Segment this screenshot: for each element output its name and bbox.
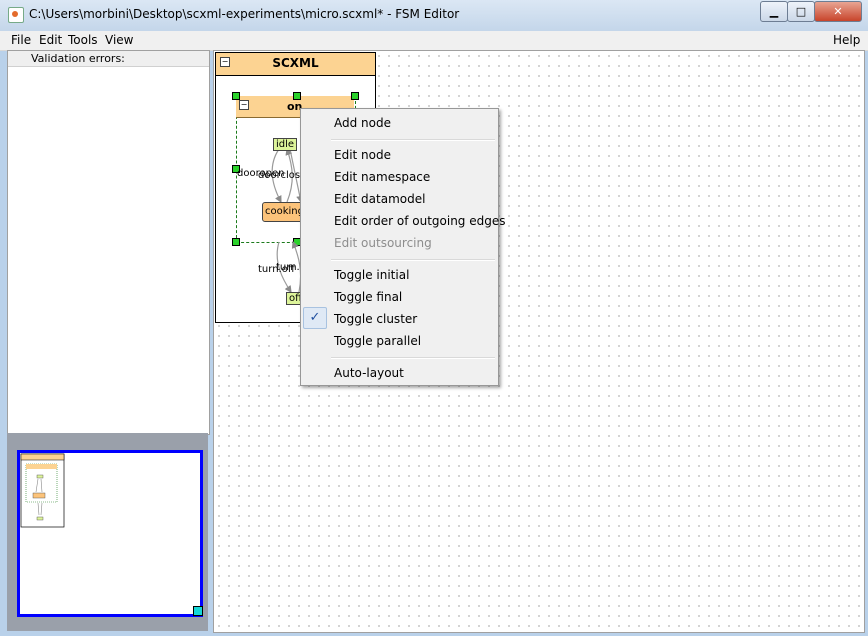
state-idle[interactable]: idle xyxy=(273,138,298,151)
minimize-button[interactable]: ▁ xyxy=(760,1,788,22)
menu-separator xyxy=(331,139,495,141)
menu-item-toggle-parallel[interactable]: Toggle parallel xyxy=(334,334,421,348)
menu-item-auto-layout[interactable]: Auto-layout xyxy=(334,366,404,380)
maximize-button[interactable]: □ xyxy=(787,1,815,22)
validation-panel: Validation errors: xyxy=(7,50,210,435)
java-app-icon xyxy=(8,7,24,23)
menu-item-edit-outsourcing: Edit outsourcing xyxy=(334,236,432,250)
menu-help[interactable]: Help xyxy=(833,33,860,47)
menu-item-edit-node[interactable]: Edit node xyxy=(334,148,391,162)
edge-label-door-close: doorclose xyxy=(258,170,307,181)
menu-separator xyxy=(331,259,495,261)
overview-thumbnail xyxy=(20,453,65,528)
overview-viewport[interactable] xyxy=(17,450,203,617)
menu-item-edit-datamodel[interactable]: Edit datamodel xyxy=(334,192,425,206)
menu-separator xyxy=(331,357,495,359)
menu-file[interactable]: File xyxy=(11,33,31,47)
overview-resize-handle[interactable] xyxy=(193,606,203,616)
menu-item-toggle-initial[interactable]: Toggle initial xyxy=(334,268,409,282)
validation-header: Validation errors: xyxy=(8,51,209,67)
menu-edit[interactable]: Edit xyxy=(39,33,62,47)
close-button[interactable]: ✕ xyxy=(814,1,862,22)
menu-item-add-node[interactable]: Add node xyxy=(334,116,391,130)
window-title: C:\Users\morbini\Desktop\scxml-experimen… xyxy=(29,7,460,21)
edge-label-turn-off: turn.off xyxy=(258,264,295,275)
menu-item-edit-namespace[interactable]: Edit namespace xyxy=(334,170,430,184)
context-menu: Add node Edit node Edit namespace Edit d… xyxy=(300,108,505,386)
menu-bar: File Edit Tools View Help xyxy=(0,31,868,51)
menu-item-toggle-cluster[interactable]: Toggle cluster xyxy=(334,312,417,326)
checkmark-icon: ✓ xyxy=(303,307,327,329)
menu-tools[interactable]: Tools xyxy=(68,33,98,47)
menu-view[interactable]: View xyxy=(105,33,133,47)
validation-errors-label: Validation errors: xyxy=(31,52,125,65)
menu-item-toggle-final[interactable]: Toggle final xyxy=(334,290,402,304)
title-bar: C:\Users\morbini\Desktop\scxml-experimen… xyxy=(0,0,868,32)
menu-item-edit-order[interactable]: Edit order of outgoing edges xyxy=(334,214,505,228)
